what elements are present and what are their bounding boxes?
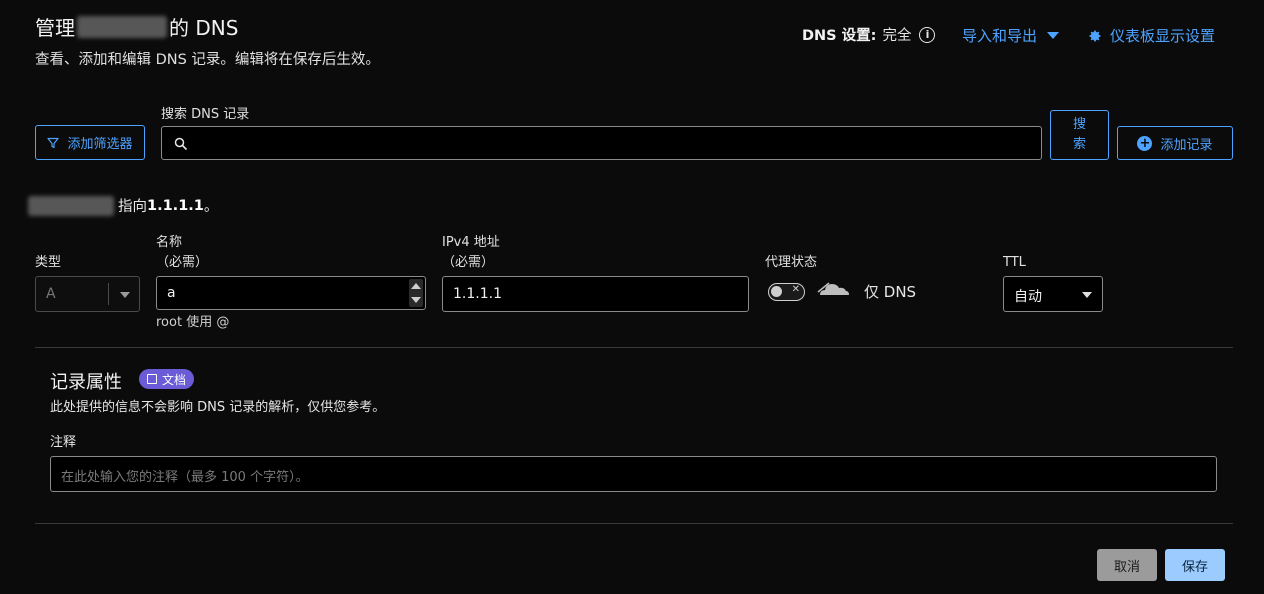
ipv4-label: IPv4 地址 （必需） [442, 233, 500, 273]
name-input[interactable]: a [156, 276, 426, 310]
add-record-label: 添加记录 [1160, 137, 1213, 153]
search-label: 搜索 DNS 记录 [161, 107, 250, 122]
type-label: 类型 [35, 255, 62, 270]
page-title: 管理 的 DNS [35, 12, 238, 41]
search-button-line2: 索 [1072, 137, 1086, 152]
info-icon[interactable]: i [919, 26, 936, 43]
record-properties-description: 此处提供的信息不会影响 DNS 记录的解析，仅供您参考。 [50, 400, 386, 415]
search-button-line1: 搜 [1072, 117, 1086, 132]
name-label-text: 名称 [156, 235, 183, 250]
ipv4-input[interactable]: 1.1.1.1 [442, 276, 749, 312]
gear-icon [1089, 29, 1101, 42]
dashboard-settings-label: 仪表板显示设置 [1110, 27, 1216, 45]
record-properties-title: 记录属性 [50, 372, 122, 393]
proxy-status-toggle[interactable]: ✕ [768, 283, 805, 301]
name-input-stepper[interactable] [409, 279, 423, 307]
points-to-prefix: 指向 [118, 199, 147, 215]
dns-setting-status: DNS 设置: 完全 i [802, 24, 936, 45]
chevron-down-icon [1082, 292, 1092, 298]
ipv4-label-text: IPv4 地址 [442, 235, 500, 250]
name-input-value: a [167, 285, 176, 301]
section-divider [35, 523, 1233, 524]
cloud-icon [817, 282, 849, 295]
add-filter-label: 添加筛选器 [67, 137, 133, 152]
stepper-up-icon[interactable] [411, 283, 421, 289]
cancel-button[interactable]: 取消 [1097, 549, 1157, 581]
record-summary: 指向 1.1.1.1 。 [28, 195, 218, 216]
stepper-down-icon[interactable] [411, 297, 421, 303]
page-subtitle: 查看、添加和编辑 DNS 记录。编辑将在保存后生效。 [35, 52, 380, 68]
proxy-status-label: 代理状态 [765, 255, 818, 270]
ttl-select[interactable]: 自动 [1003, 276, 1103, 312]
toggle-knob [771, 286, 782, 297]
ipv4-input-value: 1.1.1.1 [453, 286, 502, 302]
import-export-dropdown[interactable]: 导入和导出 [962, 25, 1060, 46]
redacted-record-name [28, 195, 114, 216]
name-label: 名称 （必需） [156, 233, 208, 273]
save-button[interactable]: 保存 [1165, 549, 1225, 581]
page-title-prefix: 管理 [35, 16, 75, 40]
comment-input[interactable]: 在此处输入您的注释（最多 100 个字符）。 [50, 456, 1217, 492]
points-to-value: 1.1.1.1 [147, 197, 204, 214]
dns-setting-value: 完全 [882, 28, 912, 44]
filter-icon [47, 137, 60, 148]
toggle-off-icon: ✕ [791, 284, 800, 295]
dns-setting-label: DNS 设置: [802, 28, 877, 44]
ttl-select-value: 自动 [1014, 289, 1042, 305]
import-export-label: 导入和导出 [962, 27, 1038, 45]
name-hint: root 使用 @ [156, 315, 230, 330]
redacted-domain [77, 15, 167, 38]
chevron-down-icon [120, 292, 130, 298]
type-select-separator [108, 283, 109, 305]
search-icon [174, 137, 188, 151]
search-input[interactable] [161, 126, 1042, 160]
ipv4-required-text: （必需） [442, 255, 495, 270]
plus-circle-icon: + [1137, 135, 1153, 151]
search-button[interactable]: 搜 索 [1050, 110, 1109, 160]
proxy-status-value: 仅 DNS [864, 283, 917, 301]
section-divider [35, 347, 1233, 348]
docs-badge-label: 文档 [162, 372, 187, 387]
page-title-suffix: 的 DNS [169, 16, 239, 40]
docs-badge[interactable]: 文档 [139, 369, 195, 389]
type-select-value: A [46, 286, 56, 302]
name-required-text: （必需） [156, 255, 209, 270]
add-filter-button[interactable]: 添加筛选器 [35, 125, 145, 160]
dashboard-settings-link[interactable]: 仪表板显示设置 [1088, 25, 1215, 46]
points-to-suffix: 。 [203, 199, 219, 215]
comment-placeholder: 在此处输入您的注释（最多 100 个字符）。 [61, 470, 309, 485]
book-icon [147, 374, 157, 384]
chevron-down-icon [1047, 32, 1060, 39]
add-record-button[interactable]: + 添加记录 [1117, 126, 1233, 160]
comment-label: 注释 [50, 435, 77, 450]
ttl-label: TTL [1003, 255, 1026, 270]
type-select[interactable]: A [35, 276, 140, 312]
